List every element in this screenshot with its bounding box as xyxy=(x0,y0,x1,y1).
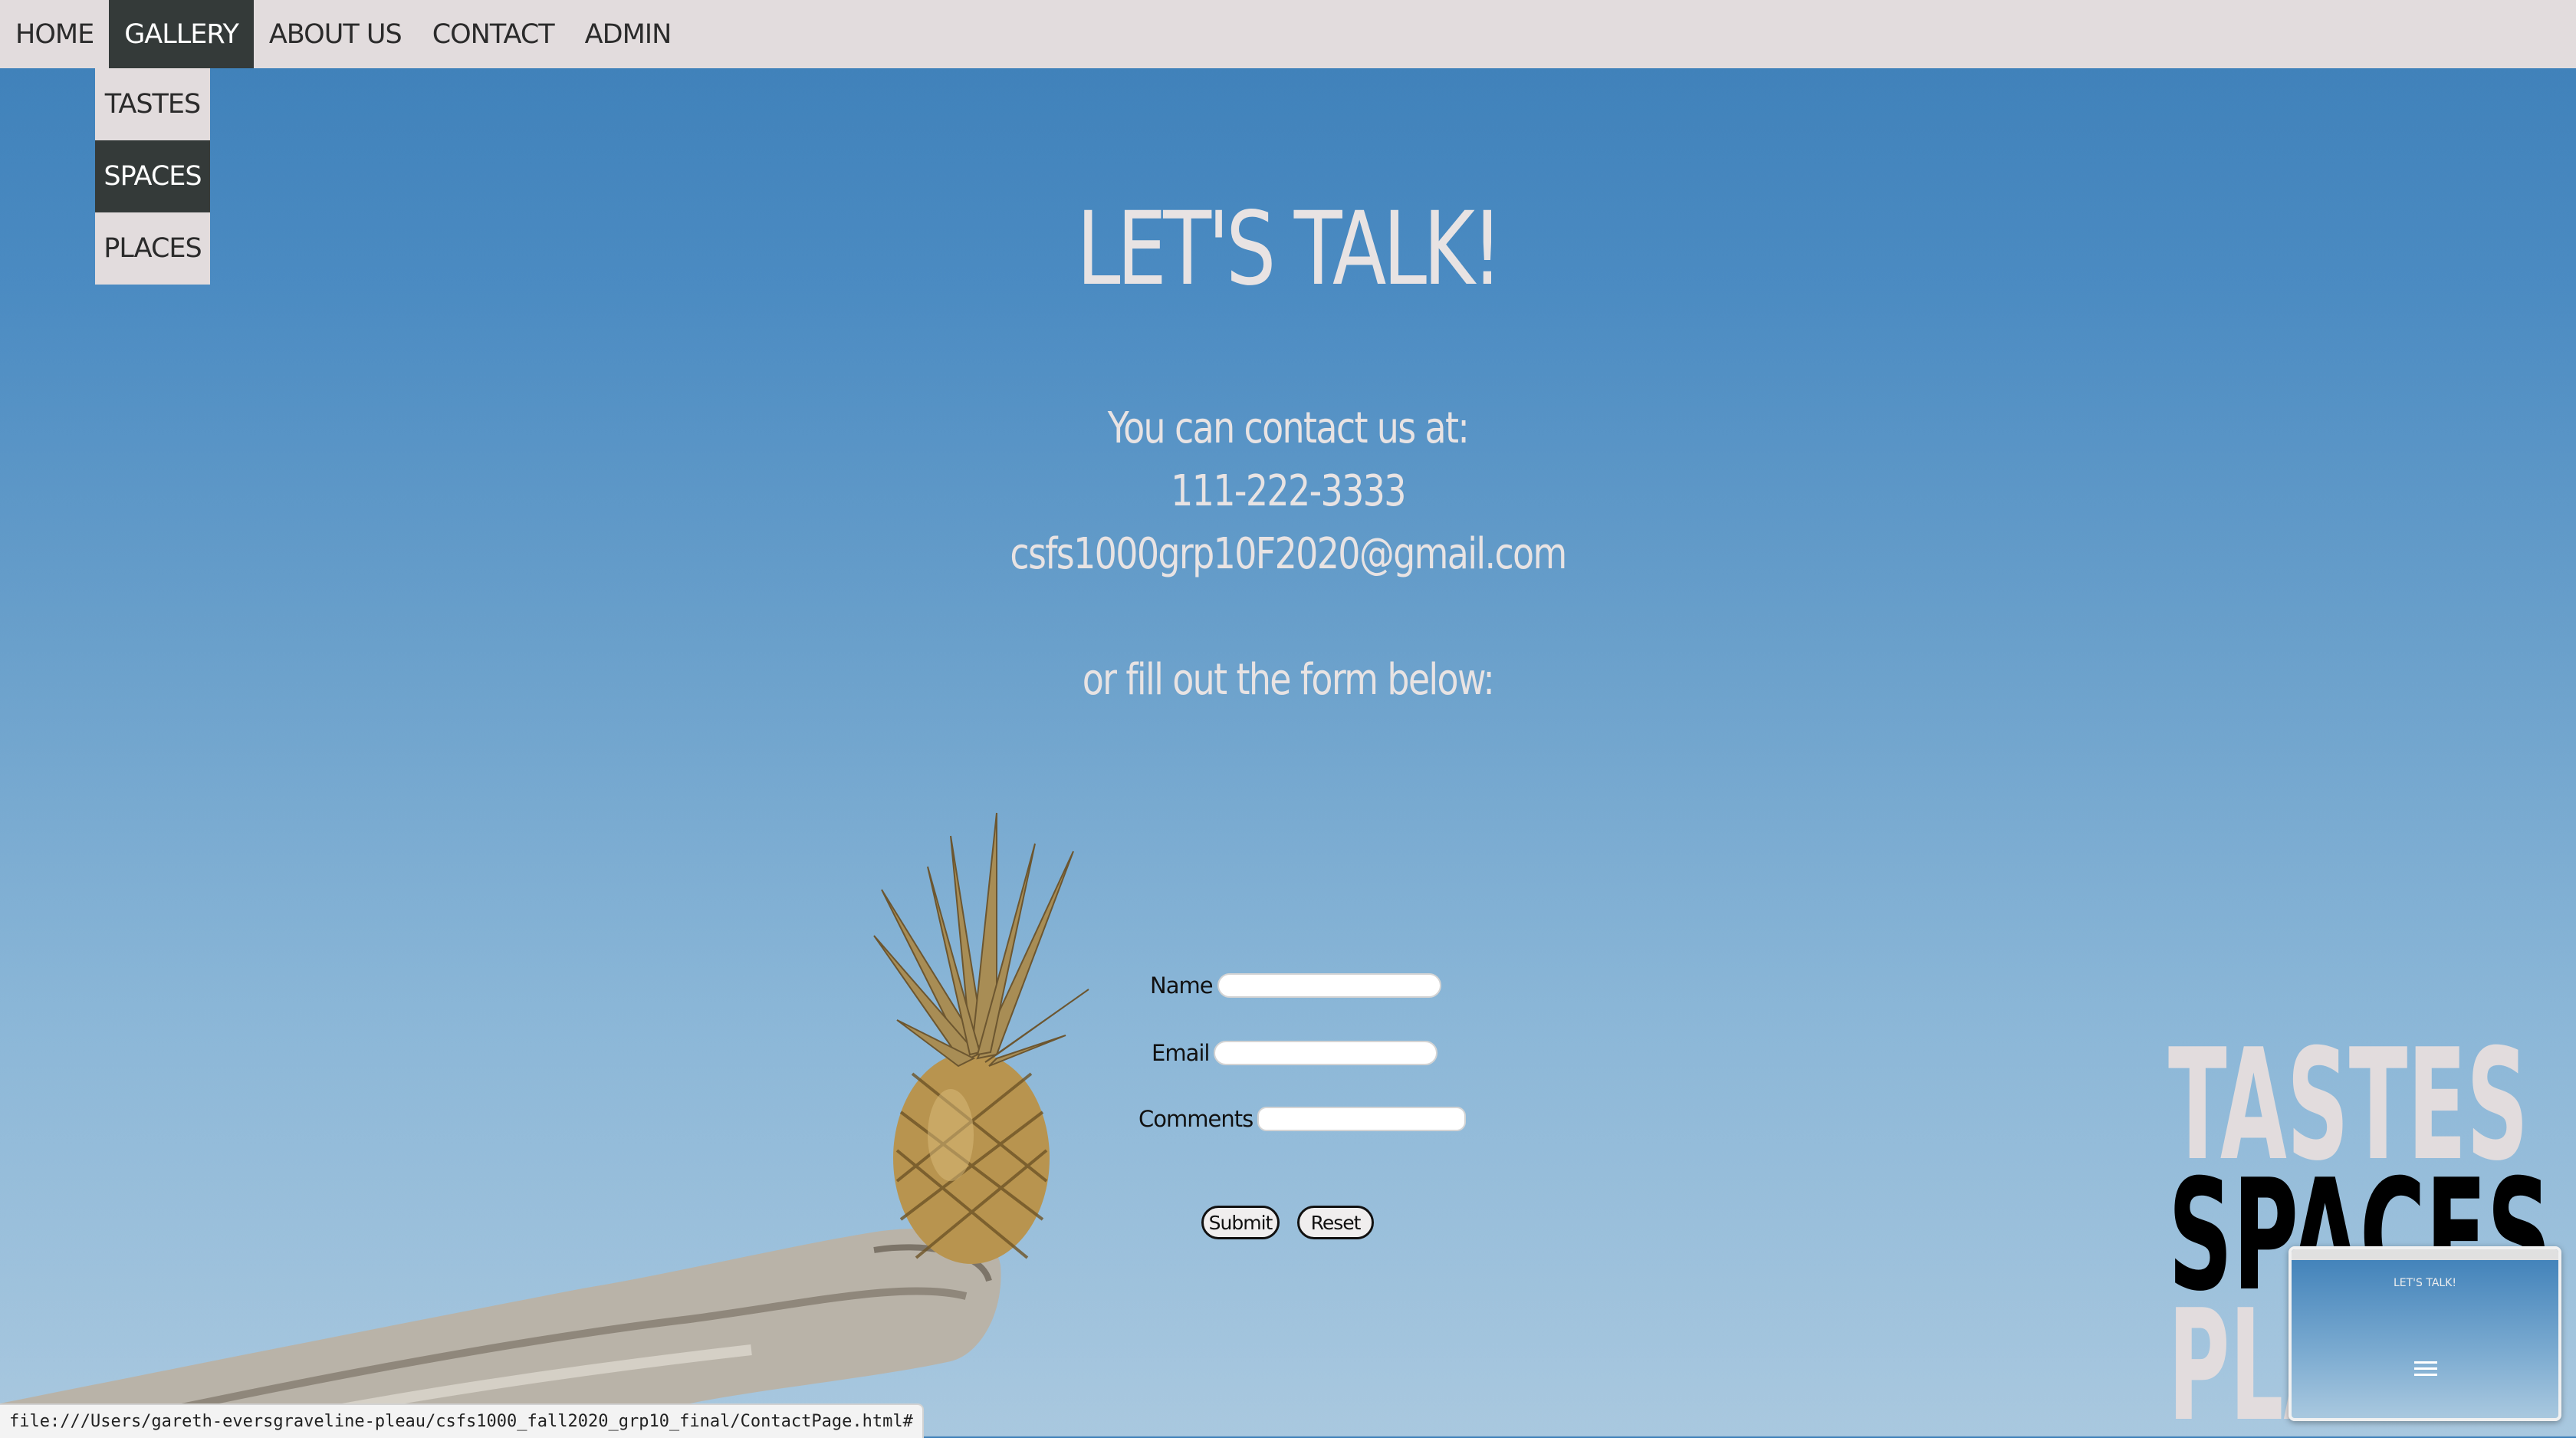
email-input[interactable] xyxy=(1214,1041,1438,1065)
dropdown-item-spaces[interactable]: SPACES xyxy=(95,140,210,212)
contact-phone: 111-222-3333 xyxy=(1171,466,1406,516)
pineapple-driftwood-image xyxy=(0,812,1089,1436)
gallery-dropdown: TASTES SPACES PLACES xyxy=(95,68,210,285)
page-title: LET'S TALK! xyxy=(1076,190,1503,308)
nav-home[interactable]: HOME xyxy=(0,0,109,68)
thumbnail-chrome xyxy=(2292,1249,2558,1260)
nav-gallery[interactable]: GALLERY xyxy=(109,0,254,68)
contact-intro: You can contact us at: xyxy=(1107,403,1470,453)
comments-textarea[interactable] xyxy=(1257,1107,1467,1131)
thumbnail-menu-icon xyxy=(2414,1361,2437,1376)
screenshot-thumbnail[interactable]: LET'S TALK! xyxy=(2288,1246,2561,1421)
submit-button[interactable]: Submit xyxy=(1201,1206,1280,1239)
dropdown-item-places[interactable]: PLACES xyxy=(95,212,210,285)
contact-email[interactable]: csfs1000grp10F2020@gmail.com xyxy=(232,523,2344,586)
thumbnail-heading: LET'S TALK! xyxy=(2393,1277,2457,1289)
name-input[interactable] xyxy=(1217,973,1441,998)
email-row: Email xyxy=(1152,1040,1438,1066)
name-row: Name xyxy=(1150,972,1441,999)
name-label: Name xyxy=(1150,972,1214,999)
reset-button[interactable]: Reset xyxy=(1297,1206,1374,1239)
form-intro: or fill out the form below: xyxy=(1082,655,1495,705)
comments-label: Comments xyxy=(1138,1106,1254,1132)
nav-about-us[interactable]: ABOUT US xyxy=(254,0,417,68)
top-nav: HOME GALLERY ABOUT US CONTACT ADMIN xyxy=(0,0,2576,68)
comments-row: Comments xyxy=(1138,1106,1467,1132)
nav-admin[interactable]: ADMIN xyxy=(570,0,687,68)
email-label: Email xyxy=(1152,1040,1210,1066)
dropdown-item-tastes[interactable]: TASTES xyxy=(95,68,210,140)
nav-contact[interactable]: CONTACT xyxy=(417,0,570,68)
browser-status-bar: file:///Users/gareth-eversgraveline-plea… xyxy=(0,1403,924,1438)
